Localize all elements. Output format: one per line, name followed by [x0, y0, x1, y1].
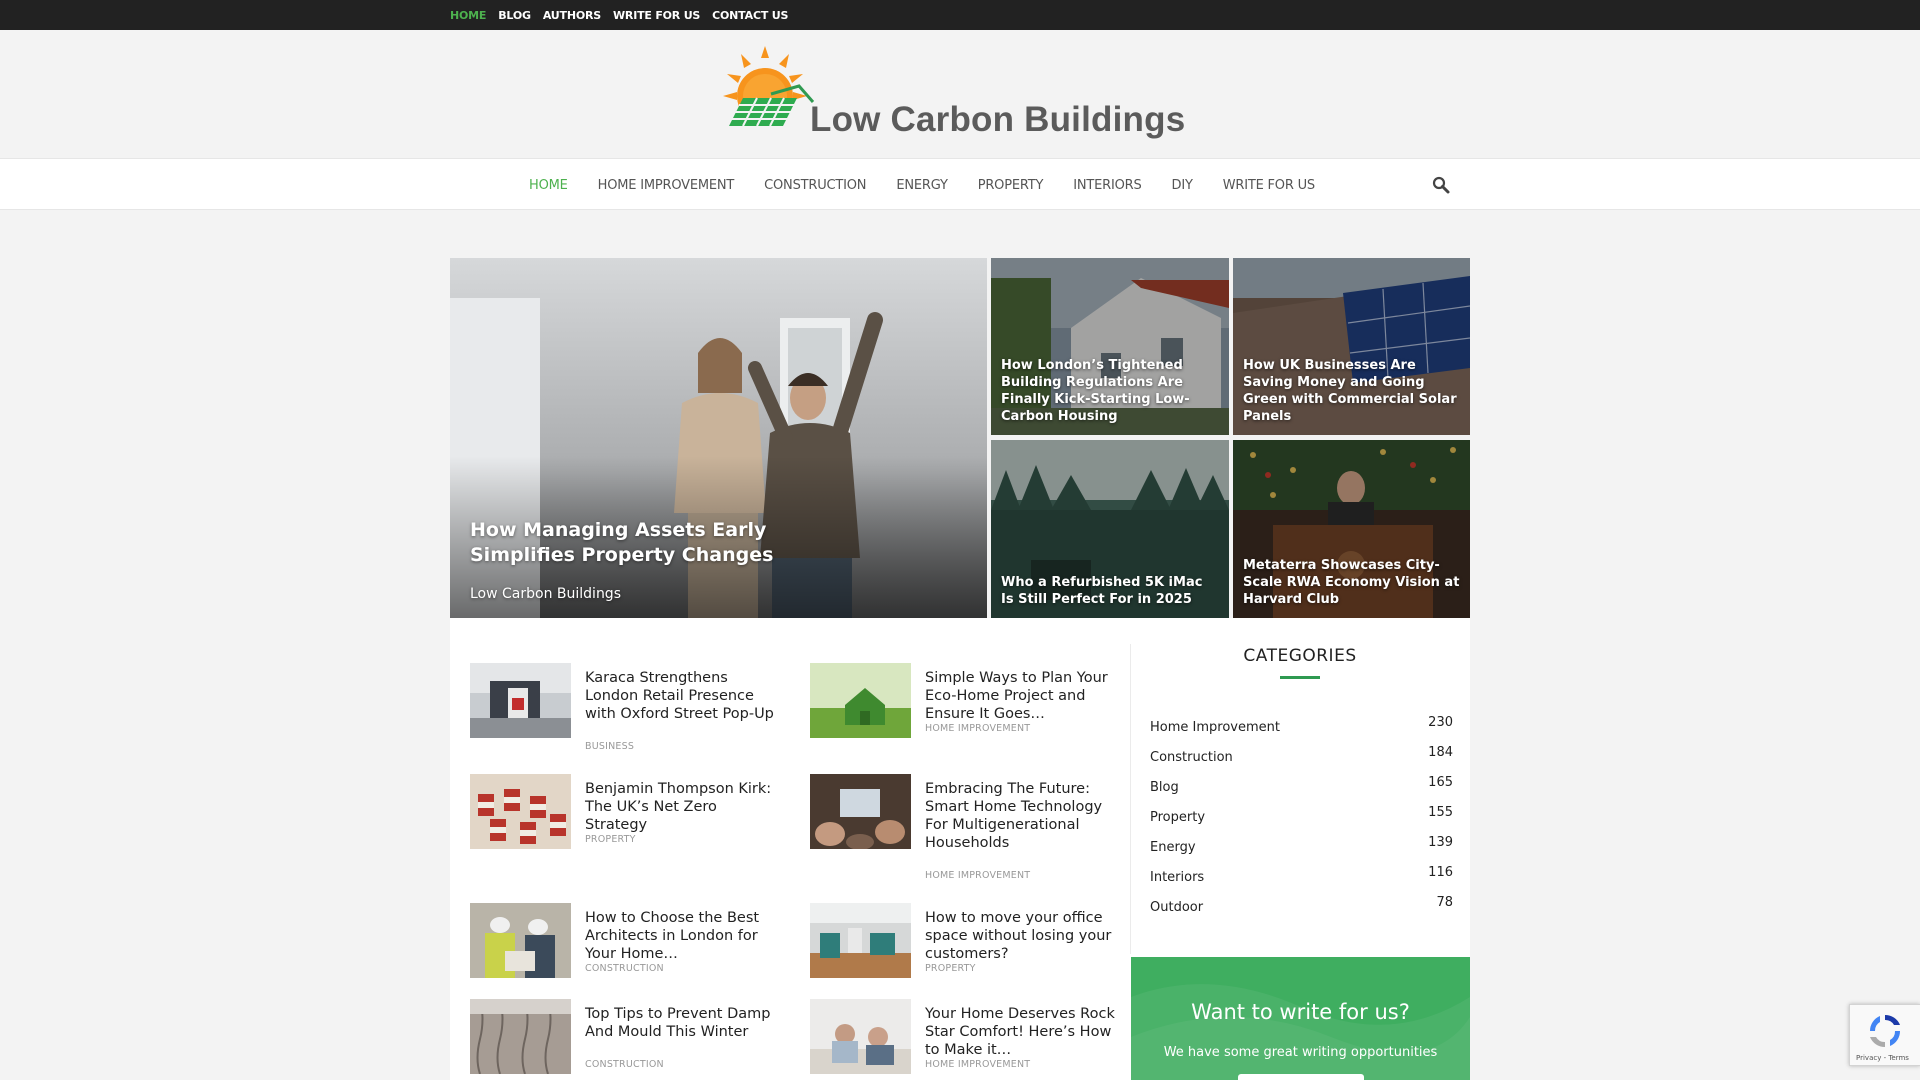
nav-item-home[interactable]: HOME	[529, 178, 568, 193]
hero-tile-4[interactable]: Metaterra Showcases City-Scale RWA Econo…	[1233, 440, 1470, 618]
hero-tile-4-title[interactable]: Metaterra Showcases City-Scale RWA Econo…	[1243, 557, 1460, 608]
hero-main-title[interactable]: How Managing Assets Early Simplifies Pro…	[470, 518, 867, 568]
nav-items: HOME HOME IMPROVEMENT CONSTRUCTION ENERG…	[529, 159, 1315, 211]
post-title[interactable]: Benjamin Thompson Kirk: The UK’s Net Zer…	[585, 780, 775, 834]
categories-heading: CATEGORIES	[1243, 646, 1357, 666]
site-name: Low Carbon Buildings	[810, 100, 1186, 139]
hero-tile-1-title[interactable]: How London’s Tightened Building Regulati…	[1001, 357, 1219, 425]
post-thumbnail[interactable]	[470, 903, 571, 978]
hero-tile-1[interactable]: How London’s Tightened Building Regulati…	[991, 258, 1229, 435]
write-for-us-box: Want to write for us? We have some great…	[1131, 957, 1470, 1080]
nav-item-construction[interactable]: CONSTRUCTION	[764, 178, 866, 193]
category-item[interactable]: Blog 165	[1150, 772, 1453, 795]
recaptcha-icon	[1869, 1014, 1901, 1048]
post-title[interactable]: Simple Ways to Plan Your Eco-Home Projec…	[925, 669, 1115, 723]
post-title[interactable]: Embracing The Future: Smart Home Technol…	[925, 780, 1115, 852]
hero-featured-post[interactable]: How Managing Assets Early Simplifies Pro…	[450, 258, 987, 618]
post-category[interactable]: PROPERTY	[925, 963, 976, 974]
category-count: 184	[1428, 745, 1453, 760]
category-name[interactable]: Construction	[1150, 750, 1233, 765]
recaptcha-links[interactable]: Privacy - Terms	[1856, 1054, 1909, 1062]
post-thumbnail[interactable]	[810, 663, 911, 738]
top-link-blog[interactable]: BLOG	[498, 9, 531, 22]
hero-main-author[interactable]: Low Carbon Buildings	[470, 586, 621, 602]
post-category[interactable]: CONSTRUCTION	[585, 963, 664, 974]
categories-underline	[1280, 676, 1320, 679]
top-links: HOME BLOG AUTHORS WRITE FOR US CONTACT U…	[450, 0, 788, 30]
category-name[interactable]: Home Improvement	[1150, 720, 1280, 735]
category-count: 230	[1428, 715, 1453, 730]
category-item[interactable]: Construction 184	[1150, 742, 1453, 765]
top-link-contact-us[interactable]: CONTACT US	[712, 9, 788, 22]
nav-item-diy[interactable]: DIY	[1172, 178, 1193, 193]
category-count: 78	[1436, 895, 1453, 910]
post-title[interactable]: How to move your office space without lo…	[925, 909, 1115, 963]
post-thumbnail[interactable]	[810, 774, 911, 849]
post-title[interactable]: Karaca Strengthens London Retail Presenc…	[585, 669, 775, 723]
hero-tile-3[interactable]: Who a Refurbished 5K iMac Is Still Perfe…	[991, 440, 1229, 618]
category-count: 155	[1428, 805, 1453, 820]
write-box-heading: Want to write for us?	[1191, 1000, 1410, 1024]
hero-tile-3-title[interactable]: Who a Refurbished 5K iMac Is Still Perfe…	[1001, 574, 1219, 608]
top-link-authors[interactable]: AUTHORS	[543, 9, 601, 22]
post-category[interactable]: HOME IMPROVEMENT	[925, 1059, 1030, 1070]
category-item[interactable]: Energy 139	[1150, 832, 1453, 855]
nav-item-property[interactable]: PROPERTY	[978, 178, 1044, 193]
nav-item-interiors[interactable]: INTERIORS	[1073, 178, 1142, 193]
post-category[interactable]: HOME IMPROVEMENT	[925, 723, 1030, 734]
write-box-text: We have some great writing opportunities	[1163, 1045, 1438, 1060]
recaptcha-badge[interactable]: Privacy - Terms	[1849, 1004, 1920, 1066]
category-item[interactable]: Property 155	[1150, 802, 1453, 825]
post-thumbnail[interactable]	[470, 663, 571, 738]
write-box-button[interactable]	[1238, 1074, 1364, 1080]
category-name[interactable]: Outdoor	[1150, 900, 1203, 915]
column-divider	[1130, 644, 1131, 954]
category-item[interactable]: Interiors 116	[1150, 862, 1453, 885]
post-category[interactable]: CONSTRUCTION	[585, 1059, 664, 1070]
site-logo[interactable]: Low Carbon Buildings	[713, 44, 1198, 144]
category-name[interactable]: Energy	[1150, 840, 1196, 855]
post-category[interactable]: BUSINESS	[585, 741, 634, 752]
hero-tile-2[interactable]: How UK Businesses Are Saving Money and G…	[1233, 258, 1470, 435]
top-link-write-for-us[interactable]: WRITE FOR US	[613, 9, 700, 22]
post-title[interactable]: Your Home Deserves Rock Star Comfort! He…	[925, 1005, 1115, 1059]
category-name[interactable]: Property	[1150, 810, 1205, 825]
post-category[interactable]: HOME IMPROVEMENT	[925, 870, 1030, 881]
category-count: 165	[1428, 775, 1453, 790]
nav-item-write-for-us[interactable]: WRITE FOR US	[1223, 178, 1315, 193]
post-title[interactable]: Top Tips to Prevent Damp And Mould This …	[585, 1005, 775, 1041]
post-thumbnail[interactable]	[470, 999, 571, 1074]
top-bar: HOME BLOG AUTHORS WRITE FOR US CONTACT U…	[0, 0, 1920, 30]
nav-item-energy[interactable]: ENERGY	[896, 178, 948, 193]
hero-tile-2-title[interactable]: How UK Businesses Are Saving Money and G…	[1243, 357, 1460, 425]
post-thumbnail[interactable]	[470, 774, 571, 849]
post-title[interactable]: How to Choose the Best Architects in Lon…	[585, 909, 775, 963]
category-item[interactable]: Home Improvement 230	[1150, 712, 1453, 735]
main-navigation: HOME HOME IMPROVEMENT CONSTRUCTION ENERG…	[0, 158, 1920, 210]
post-category[interactable]: PROPERTY	[585, 834, 636, 845]
top-link-home[interactable]: HOME	[450, 9, 486, 22]
search-icon[interactable]	[1431, 175, 1451, 195]
category-name[interactable]: Blog	[1150, 780, 1179, 795]
nav-item-home-improvement[interactable]: HOME IMPROVEMENT	[598, 178, 735, 193]
category-count: 116	[1428, 865, 1453, 880]
post-thumbnail[interactable]	[810, 999, 911, 1074]
category-count: 139	[1428, 835, 1453, 850]
category-name[interactable]: Interiors	[1150, 870, 1204, 885]
site-header: Low Carbon Buildings	[0, 30, 1920, 158]
post-thumbnail[interactable]	[810, 903, 911, 978]
category-item[interactable]: Outdoor 78	[1150, 892, 1453, 915]
